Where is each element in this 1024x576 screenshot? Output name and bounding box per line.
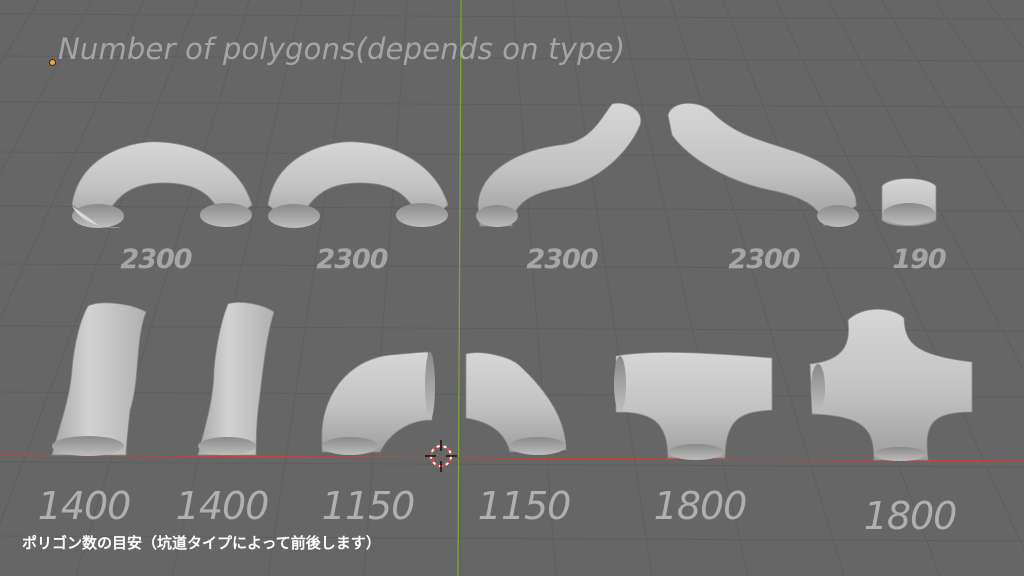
polygon-count-label: 2300 xyxy=(526,244,598,275)
polygon-count-label: 1400 xyxy=(175,484,270,528)
polygon-count-label: 1800 xyxy=(653,484,748,528)
object-origin-icon xyxy=(49,59,56,66)
polygon-count-label: 1150 xyxy=(477,484,572,528)
tunnel-cross-junction xyxy=(809,308,973,461)
tunnel-straight-2 xyxy=(197,302,275,456)
tunnel-short xyxy=(881,178,937,227)
3d-viewport[interactable]: Number of polygons(depends on type) 2300… xyxy=(0,0,1024,576)
3d-cursor-icon xyxy=(425,440,457,472)
polygon-count-label: 1400 xyxy=(37,484,132,528)
tunnel-s-curve-2 xyxy=(667,102,859,227)
polygon-count-label: 190 xyxy=(892,244,946,275)
polygon-count-label: 2300 xyxy=(316,244,388,275)
polygon-count-label: 2300 xyxy=(728,244,800,275)
polygon-count-label: 2300 xyxy=(120,244,192,275)
tunnel-elbow-2 xyxy=(465,352,567,455)
tunnel-elbow-1 xyxy=(321,351,435,455)
polygon-count-label: 1150 xyxy=(321,484,416,528)
tunnel-t-junction xyxy=(614,351,773,460)
tunnel-arch-2 xyxy=(267,141,449,228)
axis-x-line xyxy=(0,454,1024,462)
viewport-title-text: Number of polygons(depends on type) xyxy=(58,32,626,66)
tunnel-arch-1 xyxy=(71,141,253,228)
polygon-count-label: 1800 xyxy=(863,494,958,538)
caption-text: ポリゴン数の目安（坑道タイプによって前後します） xyxy=(22,534,381,552)
